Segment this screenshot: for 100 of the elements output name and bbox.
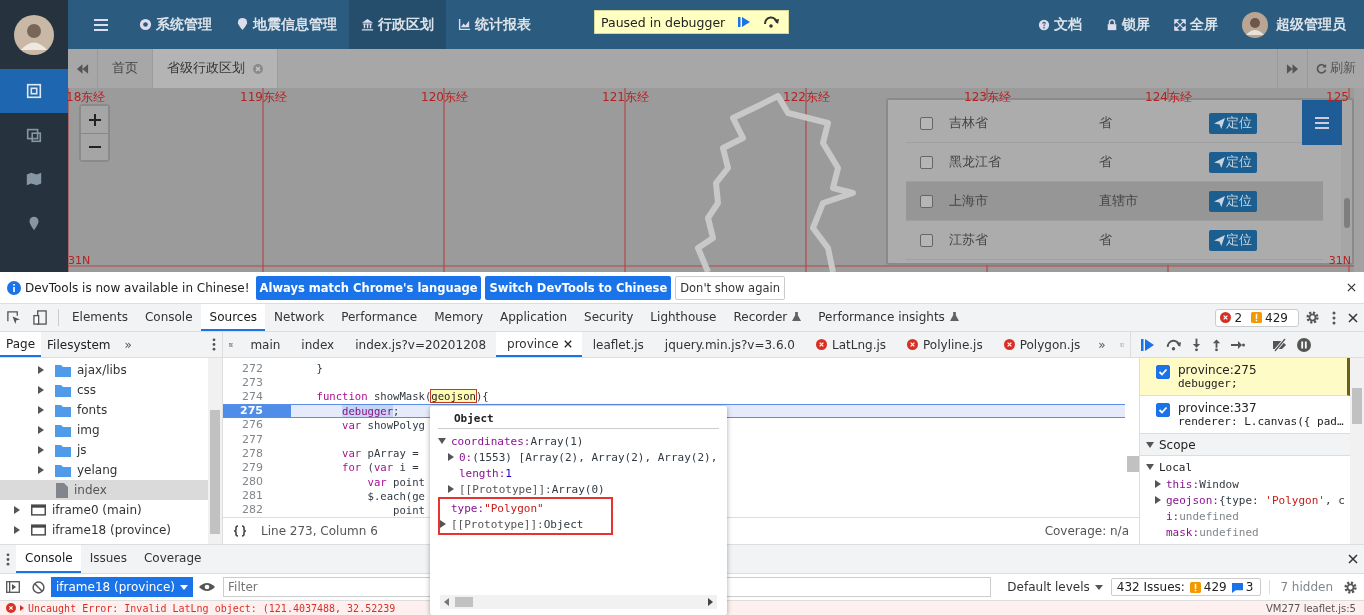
expand-arrow-icon[interactable] — [440, 520, 446, 528]
nav-tab[interactable]: 系统管理 — [127, 0, 224, 49]
line-number[interactable]: 281 — [223, 488, 291, 503]
more-options-icon[interactable] — [6, 552, 10, 566]
banner-button[interactable]: Always match Chrome's language — [255, 275, 482, 300]
scrollbar[interactable] — [1354, 88, 1364, 272]
error-warning-counter[interactable]: 2 429 — [1215, 308, 1299, 327]
context-selector[interactable]: iframe18 (province) — [51, 577, 193, 597]
line-number[interactable]: 272 — [223, 361, 291, 376]
file-tab[interactable]: main — [239, 332, 291, 357]
settings-icon[interactable] — [1305, 310, 1320, 325]
eye-icon[interactable] — [199, 582, 215, 592]
file-tab[interactable]: Polygon.js — [992, 332, 1091, 357]
devtools-tab[interactable]: Sources — [200, 304, 266, 331]
object-property[interactable]: type:"Polygon" — [440, 500, 584, 516]
scope-variable[interactable]: mask:undefined — [1140, 524, 1350, 540]
expand-arrow-icon[interactable] — [38, 466, 44, 474]
locate-button[interactable]: 定位 — [1209, 190, 1257, 212]
zoom-out-button[interactable] — [81, 133, 108, 160]
expand-arrow-icon[interactable] — [438, 438, 446, 444]
expand-arrow-icon[interactable] — [38, 426, 44, 434]
expand-arrow-icon[interactable] — [1146, 464, 1154, 470]
drawer-tab[interactable]: Console — [16, 545, 81, 573]
file-tree-item[interactable]: js — [0, 440, 208, 460]
devtools-tab[interactable]: Recorder — [724, 304, 810, 331]
more-options-icon[interactable] — [1332, 310, 1336, 325]
file-tree-item[interactable]: iframe0 (main) — [0, 500, 208, 520]
object-property[interactable]: [[Prototype]]:Object — [440, 516, 584, 532]
sidebar-toggle-icon[interactable] — [6, 581, 20, 593]
file-tree-item[interactable]: index — [0, 480, 208, 500]
scope-variable[interactable]: i:undefined — [1140, 508, 1350, 524]
file-tree-item[interactable]: yelang — [0, 460, 208, 480]
nav-link[interactable]: 全屏 — [1162, 0, 1230, 49]
expand-arrow-icon[interactable] — [1155, 480, 1161, 488]
file-tab[interactable]: LatLng.js — [805, 332, 897, 357]
zoom-in-button[interactable] — [81, 106, 108, 133]
nav-tab[interactable]: 统计报表 — [446, 0, 543, 49]
nav-tab[interactable]: 行政区划 — [349, 0, 446, 49]
checkbox[interactable] — [920, 155, 933, 169]
file-tree-item[interactable]: fonts — [0, 400, 208, 420]
file-tree-item[interactable]: ajax/libs — [0, 360, 208, 380]
checkbox[interactable] — [1156, 403, 1170, 417]
step-into-icon[interactable] — [1191, 337, 1202, 352]
close-icon[interactable] — [563, 339, 572, 348]
drawer-tab[interactable]: Coverage — [134, 545, 210, 573]
avatar-icon[interactable] — [14, 14, 54, 55]
settings-icon[interactable] — [1343, 579, 1358, 595]
checkbox[interactable] — [920, 116, 933, 130]
scrollbar[interactable] — [1350, 358, 1364, 544]
more-options-icon[interactable] — [212, 338, 216, 351]
locate-button[interactable]: 定位 — [1209, 229, 1257, 251]
object-property[interactable]: coordinates:Array(1) — [438, 433, 727, 449]
file-tree-item[interactable]: img — [0, 420, 208, 440]
nav-link[interactable]: 锁屏 — [1094, 0, 1162, 49]
line-number[interactable]: 280 — [223, 474, 291, 489]
expand-arrow-icon[interactable] — [20, 605, 24, 611]
expand-arrow-icon[interactable] — [38, 446, 44, 454]
inspect-icon[interactable] — [6, 310, 21, 325]
step-over-icon[interactable] — [1165, 337, 1182, 352]
devtools-tab[interactable]: Network — [265, 304, 333, 331]
step-out-icon[interactable] — [1211, 337, 1222, 352]
file-tab[interactable]: Polyline.js — [896, 332, 993, 357]
navigator-tab[interactable]: Page — [0, 332, 42, 357]
close-icon[interactable] — [1348, 554, 1358, 564]
line-number[interactable]: 279 — [223, 460, 291, 475]
expand-arrow-icon[interactable] — [448, 453, 454, 461]
close-icon[interactable] — [1347, 283, 1356, 292]
user-menu[interactable]: 超级管理员 — [1230, 0, 1364, 49]
file-tree-item[interactable]: iframe18 (province) — [0, 520, 208, 540]
devtools-tab[interactable]: Lighthouse — [641, 304, 725, 331]
page-tab[interactable]: 省级行政区划 — [153, 49, 278, 88]
locate-button[interactable]: 定位 — [1209, 151, 1257, 173]
expand-arrow-icon[interactable] — [1155, 496, 1161, 504]
checkbox[interactable] — [920, 233, 933, 247]
province-row[interactable]: 上海市 直辖市 定位 — [906, 182, 1323, 221]
menu-button[interactable] — [1302, 100, 1342, 145]
devtools-tab[interactable]: Elements — [63, 304, 136, 331]
checkbox[interactable] — [920, 194, 933, 208]
nav-link[interactable]: 文档 — [1026, 0, 1094, 49]
locate-button[interactable]: 定位 — [1209, 112, 1257, 134]
line-number[interactable]: 274 — [223, 389, 291, 404]
line-number[interactable]: 282 — [223, 502, 291, 518]
scope-group[interactable]: Local — [1140, 458, 1350, 476]
scrollbar[interactable] — [440, 595, 717, 609]
expand-arrow-icon[interactable] — [448, 485, 454, 493]
devtools-tab[interactable]: Application — [491, 304, 576, 331]
scope-variable[interactable]: this:Window — [1140, 476, 1350, 492]
province-row[interactable]: 江苏省 省 定位 — [906, 221, 1323, 260]
more-tabs-button[interactable]: » — [1090, 332, 1114, 357]
expand-arrow-icon[interactable] — [14, 506, 20, 514]
file-tab[interactable]: jquery.min.js?v=3.6.0 — [653, 332, 805, 357]
expand-arrow-icon[interactable] — [1146, 441, 1154, 448]
expand-arrow-icon[interactable] — [38, 366, 44, 374]
breakpoint-item[interactable]: province:275 debugger; — [1140, 358, 1350, 396]
line-number[interactable]: 273 — [223, 375, 291, 390]
file-tree-item[interactable]: css — [0, 380, 208, 400]
devtools-tab[interactable]: Security — [575, 304, 642, 331]
scope-section-header[interactable]: Scope — [1140, 434, 1350, 456]
file-tab[interactable]: index.js?v=20201208 — [344, 332, 497, 357]
expand-arrow-icon[interactable] — [14, 526, 20, 534]
